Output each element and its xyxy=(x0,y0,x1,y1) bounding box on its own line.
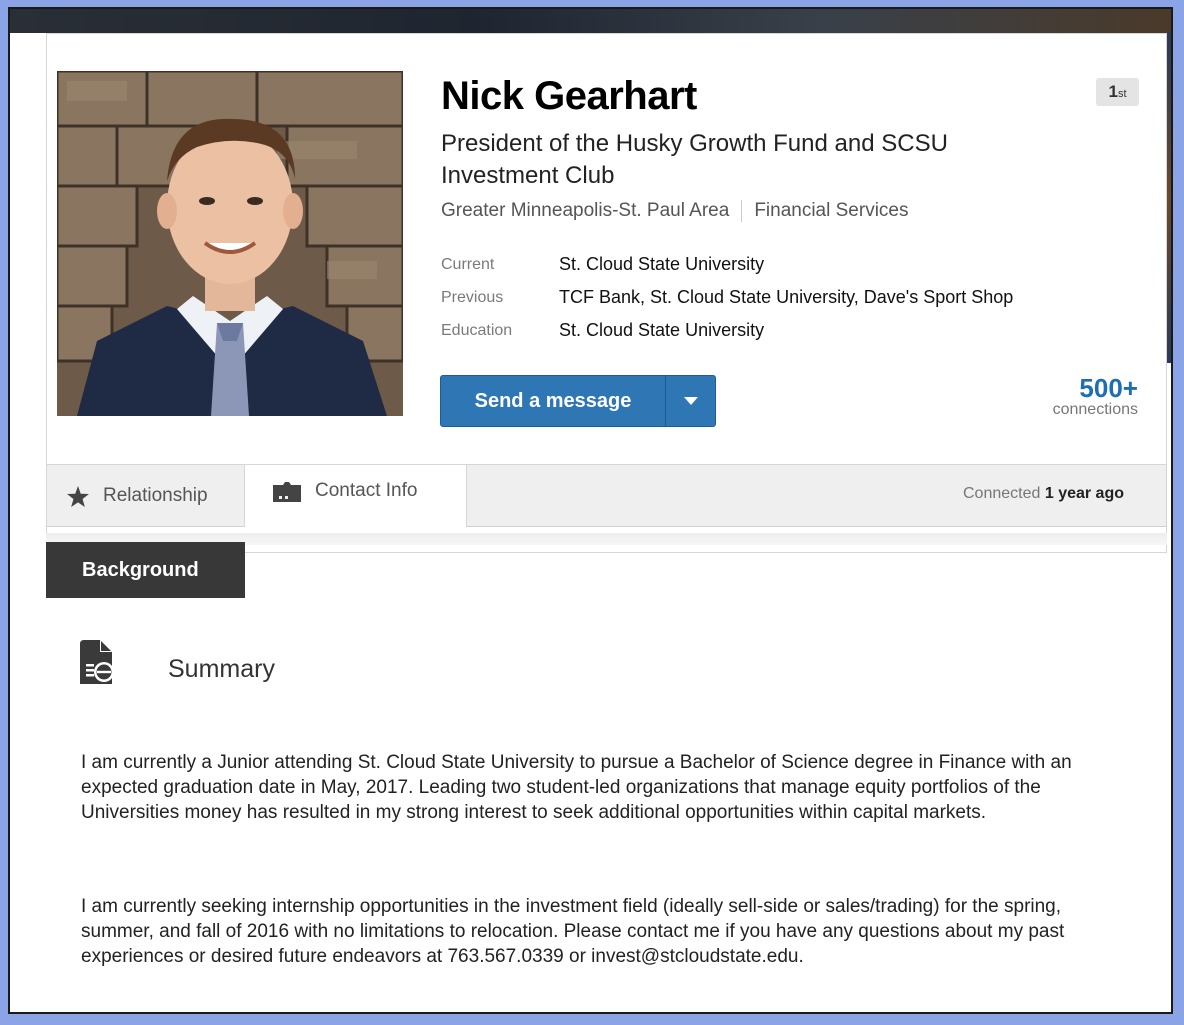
tab-relationship[interactable]: Relationship xyxy=(47,465,245,527)
contact-card-icon xyxy=(273,482,301,502)
profile-headline: President of the Husky Growth Fund and S… xyxy=(441,130,948,189)
connected-duration: Connected 1 year ago xyxy=(963,485,1124,503)
connections-label: connections xyxy=(1052,401,1138,418)
summary-document-icon xyxy=(80,640,114,689)
contact-info-label: Contact Info xyxy=(315,480,418,501)
tab-background[interactable]: Background xyxy=(46,542,245,598)
experience-summary: Current St. Cloud State University Previ… xyxy=(441,248,1013,347)
relationship-label: Relationship xyxy=(103,485,208,506)
connected-prefix: Connected xyxy=(963,485,1041,502)
location-link[interactable]: Greater Minneapolis-St. Paul Area xyxy=(441,200,729,221)
connected-time: 1 year ago xyxy=(1044,485,1124,502)
degree-suffix: st xyxy=(1117,88,1127,100)
summary-paragraph-1: I am currently a Junior attending St. Cl… xyxy=(81,752,1072,823)
caret-down-icon xyxy=(683,397,698,405)
tab-contact-info[interactable]: Contact Info xyxy=(245,465,467,527)
send-message-button[interactable]: Send a message xyxy=(441,376,665,426)
summary-heading: Summary xyxy=(168,655,275,683)
star-icon xyxy=(67,485,89,507)
degree-number: 1 xyxy=(1108,82,1118,101)
summary-paragraph-2: I am currently seeking internship opport… xyxy=(81,896,1065,967)
profile-photo[interactable] xyxy=(57,71,403,416)
connections-number: 500+ xyxy=(1079,373,1138,403)
current-row: Current St. Cloud State University xyxy=(441,248,1013,281)
education-row: Education St. Cloud State University xyxy=(441,314,1013,347)
profile-name: Nick Gearhart xyxy=(441,74,697,118)
connections-count[interactable]: 500+ connections xyxy=(1053,374,1138,418)
message-options-dropdown[interactable] xyxy=(666,376,715,426)
send-message-button-group: Send a message xyxy=(440,375,716,427)
top-background-strip xyxy=(10,9,1171,33)
profile-card: Nick Gearhart 1st President of the Husky… xyxy=(46,33,1167,553)
separator xyxy=(741,200,743,222)
industry-link[interactable]: Financial Services xyxy=(754,200,908,221)
current-label: Current xyxy=(441,255,495,273)
profile-tab-bar: Relationship Contact Info Connected 1 ye… xyxy=(47,464,1166,527)
current-value[interactable]: St. Cloud State University xyxy=(559,254,764,275)
previous-label: Previous xyxy=(441,288,504,306)
previous-row: Previous TCF Bank, St. Cloud State Unive… xyxy=(441,281,1013,314)
screenshot-frame: Nick Gearhart 1st President of the Husky… xyxy=(8,7,1173,1014)
previous-value[interactable]: TCF Bank, St. Cloud State University, Da… xyxy=(559,287,1013,308)
education-label: Education xyxy=(441,321,513,339)
location-industry-row: Greater Minneapolis-St. Paul Area Financi… xyxy=(441,200,908,222)
education-value[interactable]: St. Cloud State University xyxy=(559,320,764,341)
connection-degree-badge: 1st xyxy=(1096,78,1139,106)
